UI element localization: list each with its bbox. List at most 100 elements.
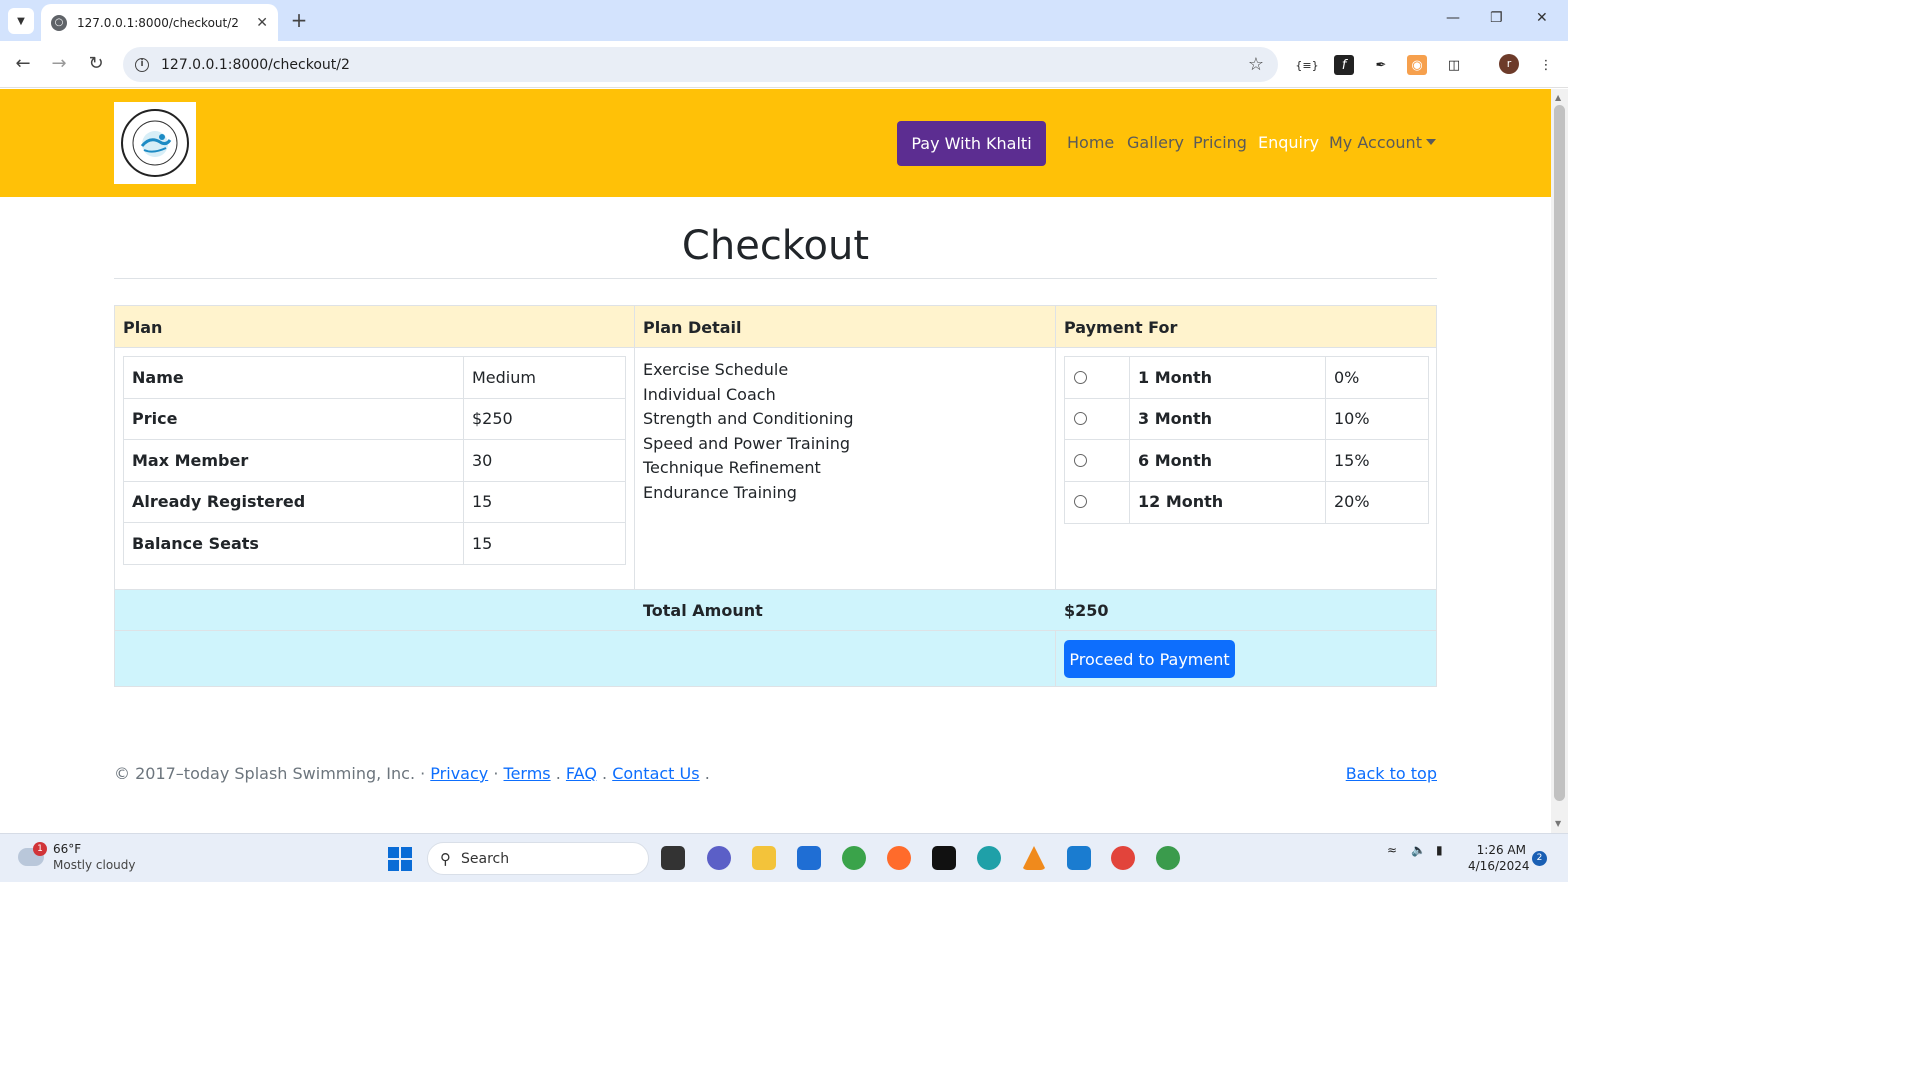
extension-eyedropper-icon[interactable]: ✒ [1371,55,1391,75]
edge-icon[interactable] [977,846,1001,870]
site-navbar: Pay With Khalti Home Gallery Pricing Enq… [0,89,1551,197]
extension-font-icon[interactable]: f [1334,55,1354,75]
profile-avatar[interactable]: r [1499,54,1519,74]
checkout-table-header: Plan Plan Detail Payment For [115,306,1436,348]
nav-enquiry[interactable]: Enquiry [1258,133,1319,152]
page-viewport: Pay With Khalti Home Gallery Pricing Enq… [0,89,1551,833]
reload-icon[interactable]: ↻ [85,53,107,74]
chrome-profile-icon[interactable] [1156,846,1180,870]
title-divider [114,278,1437,279]
browser-menu-icon[interactable]: ⋮ [1536,55,1556,75]
list-item: Technique Refinement [643,458,821,477]
pay-with-khalti-button[interactable]: Pay With Khalti [897,121,1046,166]
extension-json-icon[interactable]: {≡} [1295,55,1318,75]
taskbar-search[interactable]: ⚲ Search [427,842,649,875]
vlc-icon[interactable] [1022,846,1046,870]
scrollbar-thumb[interactable] [1554,105,1565,801]
plan-label-balance-seats: Balance Seats [132,534,259,553]
site-logo[interactable] [114,102,196,184]
close-tab-icon[interactable]: ✕ [256,15,268,31]
weather-condition: Mostly cloudy [53,858,136,872]
checkout-table: Plan Plan Detail Payment For Name Medium… [114,305,1437,687]
payment-radio-1-month[interactable] [1074,371,1087,384]
windows-taskbar: 1 66°F Mostly cloudy ⚲ Search ≈ 🔈 ▮ 1:26… [0,833,1568,882]
bookmark-star-icon[interactable]: ☆ [1248,54,1264,75]
footer-faq-link[interactable]: FAQ [566,764,597,783]
notification-badge[interactable]: 2 [1532,851,1547,866]
payment-duration: 12 Month [1138,492,1224,511]
plan-detail-list: Exercise Schedule Individual Coach Stren… [643,358,854,505]
table-row: Already Registered 15 [124,481,625,523]
plan-value-name: Medium [472,368,536,387]
volume-muted-icon[interactable]: 🔈 [1411,843,1426,857]
payment-option-row: 12 Month 20% [1065,481,1428,523]
task-view-icon[interactable] [661,846,685,870]
browser-tab[interactable]: ○ 127.0.0.1:8000/checkout/2 ✕ [41,4,278,41]
plan-value-already-registered: 15 [472,492,493,511]
microsoft-store-icon[interactable] [797,846,821,870]
plan-info-table: Name Medium Price $250 Max Member 30 Alr… [123,356,626,565]
header-payment-for: Payment For [1064,318,1178,337]
nav-pricing[interactable]: Pricing [1193,133,1247,152]
list-item: Individual Coach [643,384,776,404]
proceed-to-payment-button[interactable]: Proceed to Payment [1064,640,1235,678]
footer-terms-link[interactable]: Terms [504,764,551,783]
restore-icon[interactable]: ❐ [1490,10,1503,26]
battery-icon[interactable]: ▮ [1436,843,1443,857]
wifi-icon[interactable]: ≈ [1387,843,1397,857]
payment-radio-6-month[interactable] [1074,454,1087,467]
column-divider [634,306,635,631]
back-icon[interactable]: ← [12,53,34,74]
address-bar[interactable]: i 127.0.0.1:8000/checkout/2 ☆ [123,47,1278,82]
payment-discount: 15% [1334,451,1370,470]
list-item: Strength and Conditioning [643,409,854,428]
nav-my-account[interactable]: My Account [1329,133,1436,152]
tab-search-button[interactable]: ▼ [8,8,34,34]
footer-separator: . [704,764,710,783]
weather-badge: 1 [33,842,47,856]
header-plan: Plan [123,318,163,337]
site-info-icon[interactable]: i [135,57,149,72]
footer-separator: · [493,764,499,783]
page-title: Checkout [681,223,870,269]
system-clock[interactable]: 1:26 AM 4/16/2024 [1468,842,1530,874]
close-window-icon[interactable]: ✕ [1536,10,1548,26]
chrome-icon[interactable] [1111,846,1135,870]
extension-orange-icon[interactable]: ◉ [1407,55,1427,75]
browser-tabstrip: ▼ ○ 127.0.0.1:8000/checkout/2 ✕ + — ❐ ✕ [0,0,1568,41]
url-text: 127.0.0.1:8000/checkout/2 [161,56,350,73]
scroll-down-icon[interactable]: ▼ [1555,819,1561,828]
table-row: Max Member 30 [124,440,625,482]
nav-my-account-label: My Account [1329,133,1422,152]
table-row: Name Medium [124,357,625,399]
scroll-up-icon[interactable]: ▲ [1555,93,1561,102]
list-item: Endurance Training [643,482,797,502]
payment-radio-3-month[interactable] [1074,412,1087,425]
plan-label-max-member: Max Member [132,451,249,470]
footer-privacy-link[interactable]: Privacy [430,764,488,783]
payment-radio-12-month[interactable] [1074,495,1087,508]
browser-toolbar: ← → ↻ i 127.0.0.1:8000/checkout/2 ☆ {≡} … [0,41,1568,88]
table-row: Balance Seats 15 [124,523,625,565]
nav-gallery[interactable]: Gallery [1127,133,1184,152]
intellij-icon[interactable] [932,846,956,870]
windows-start-icon[interactable] [388,847,412,871]
teams-chat-icon[interactable] [707,846,731,870]
green-app-icon[interactable] [842,846,866,870]
footer-contact-link[interactable]: Contact Us [612,764,699,783]
clock-time: 1:26 AM [1476,843,1526,857]
payment-duration: 3 Month [1138,409,1213,428]
file-explorer-icon[interactable] [752,846,776,870]
new-tab-button[interactable]: + [288,8,310,32]
forward-icon[interactable]: → [48,53,70,74]
footer-copyright: © 2017–today Splash Swimming, Inc. · [114,764,426,783]
nav-home[interactable]: Home [1067,133,1114,152]
header-plan-detail: Plan Detail [643,318,742,337]
page-scrollbar[interactable]: ▲ ▼ [1551,89,1568,833]
extensions-puzzle-icon[interactable]: ◫ [1444,55,1464,75]
vscode-icon[interactable] [1067,846,1091,870]
plan-value-balance-seats: 15 [472,534,493,553]
minimize-icon[interactable]: — [1446,10,1460,26]
firefox-icon[interactable] [887,846,911,870]
back-to-top-link[interactable]: Back to top [1346,764,1437,783]
